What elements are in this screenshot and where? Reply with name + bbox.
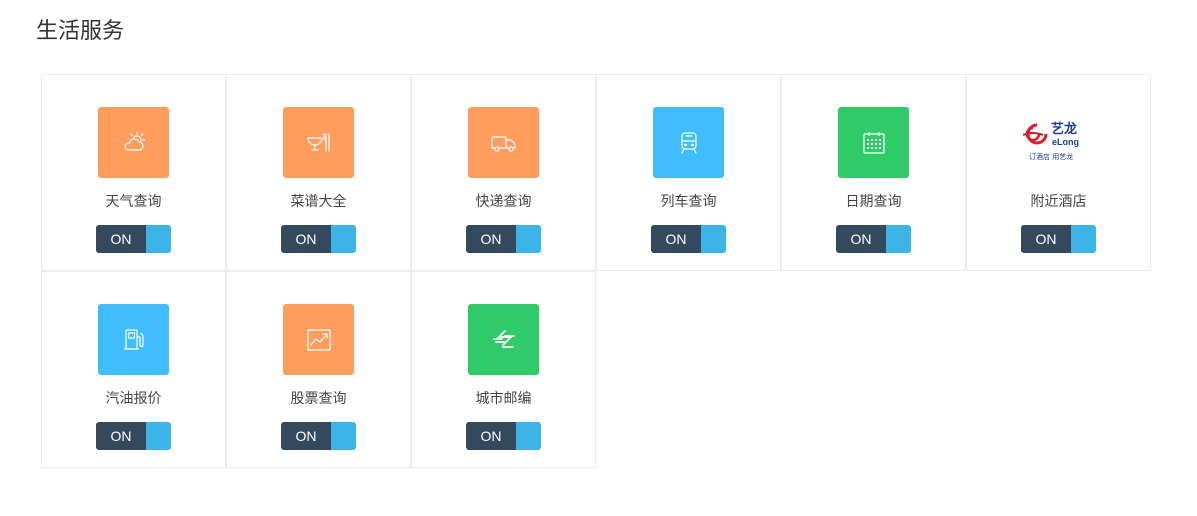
service-label: 天气查询 — [105, 194, 162, 210]
service-tile-stock[interactable]: 股票查询 ON — [226, 271, 411, 468]
toggle-on-label: ON — [281, 225, 331, 253]
recipe-icon — [283, 107, 354, 178]
service-toggle[interactable]: ON — [836, 225, 911, 253]
toggle-knob — [331, 225, 356, 253]
service-tile-recipe[interactable]: 菜谱大全 ON — [226, 74, 411, 271]
elong-logo: 艺龙 eLong 订酒店 用艺龙 — [1019, 115, 1099, 169]
service-toggle[interactable]: ON — [281, 225, 356, 253]
service-label: 菜谱大全 — [290, 194, 347, 210]
stock-chart-icon — [283, 304, 354, 375]
service-tile-calendar[interactable]: 日期查询 ON — [781, 74, 966, 271]
service-toggle[interactable]: ON — [1021, 225, 1096, 253]
service-tile-delivery[interactable]: 快递查询 ON — [411, 74, 596, 271]
toggle-knob — [516, 225, 541, 253]
toggle-knob — [331, 422, 356, 450]
svg-text:eLong: eLong — [1052, 137, 1079, 147]
service-toggle[interactable]: ON — [96, 422, 171, 450]
toggle-knob — [701, 225, 726, 253]
svg-text:艺龙: 艺龙 — [1051, 121, 1077, 137]
service-label: 快递查询 — [475, 194, 532, 210]
page-title: 生活服务 — [36, 19, 125, 44]
service-label: 股票查询 — [290, 391, 347, 407]
calendar-icon — [838, 107, 909, 178]
toggle-on-label: ON — [651, 225, 701, 253]
service-tile-weather[interactable]: 天气查询 ON — [41, 74, 226, 271]
service-toggle[interactable]: ON — [466, 225, 541, 253]
toggle-knob — [1071, 225, 1096, 253]
service-toggle[interactable]: ON — [281, 422, 356, 450]
service-toggle[interactable]: ON — [96, 225, 171, 253]
toggle-on-label: ON — [96, 225, 146, 253]
service-tile-train[interactable]: 列车查询 ON — [596, 74, 781, 271]
toggle-knob — [516, 422, 541, 450]
train-icon — [653, 107, 724, 178]
service-toggle[interactable]: ON — [466, 422, 541, 450]
toggle-on-label: ON — [466, 422, 516, 450]
service-tile-postal[interactable]: 城市邮编 ON — [411, 271, 596, 468]
weather-icon — [98, 107, 169, 178]
postal-icon — [468, 304, 539, 375]
service-tile-gas[interactable]: 汽油报价 ON — [41, 271, 226, 468]
service-label: 日期查询 — [845, 194, 902, 210]
toggle-knob — [146, 225, 171, 253]
delivery-truck-icon — [468, 107, 539, 178]
toggle-knob — [146, 422, 171, 450]
toggle-on-label: ON — [96, 422, 146, 450]
service-toggle[interactable]: ON — [651, 225, 726, 253]
service-label: 列车查询 — [660, 194, 717, 210]
svg-text:订酒店 用艺龙: 订酒店 用艺龙 — [1029, 152, 1073, 161]
toggle-on-label: ON — [466, 225, 516, 253]
toggle-on-label: ON — [281, 422, 331, 450]
service-tile-hotel[interactable]: 艺龙 eLong 订酒店 用艺龙 附近酒店 ON — [966, 74, 1151, 271]
service-label: 城市邮编 — [475, 391, 532, 407]
service-label: 附近酒店 — [1030, 194, 1087, 210]
toggle-knob — [886, 225, 911, 253]
toggle-on-label: ON — [836, 225, 886, 253]
toggle-on-label: ON — [1021, 225, 1071, 253]
gas-pump-icon — [98, 304, 169, 375]
service-label: 汽油报价 — [105, 391, 162, 407]
